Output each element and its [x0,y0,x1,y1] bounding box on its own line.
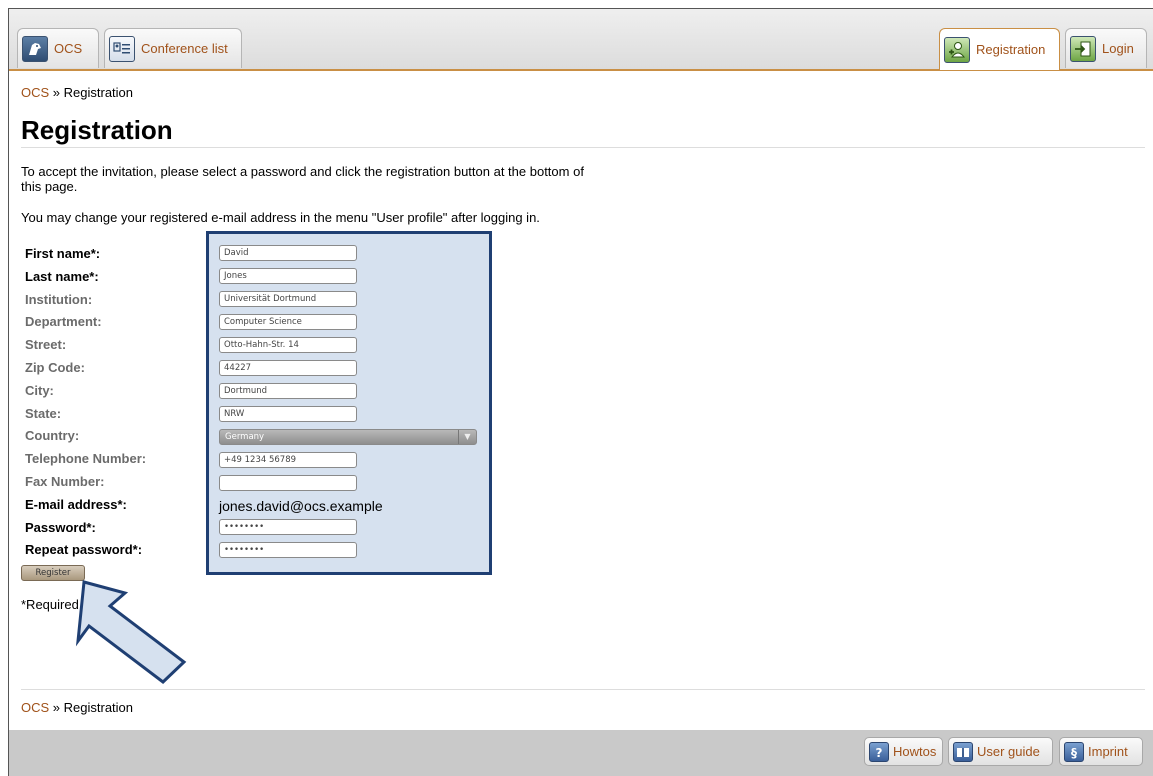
intro-paragraph-1: To accept the invitation, please select … [21,164,584,194]
book-icon [953,741,973,762]
page-title: Registration [21,115,173,145]
breadcrumb-root-link[interactable]: OCS [21,85,49,100]
password-input[interactable]: •••••••• [219,519,357,535]
footer-imprint-label: Imprint [1088,744,1128,759]
footer-bar: ? Howtos User guide § Imprint [9,730,1153,776]
tab-registration[interactable]: Registration [939,28,1060,70]
footer-breadcrumb-current: Registration [63,700,134,715]
conference-list-icon [109,35,135,62]
state-label: State: [25,405,62,421]
city-label: City: [25,382,54,398]
help-icon: ? [869,741,889,762]
telephone-input[interactable]: +49 1234 56789 [219,452,357,468]
footer-tab-user-guide[interactable]: User guide [948,737,1053,766]
footer-breadcrumb-root-link[interactable]: OCS [21,700,49,715]
country-selected-value: Germany [225,432,265,442]
tab-login-label: Login [1102,41,1134,56]
breadcrumb-current: Registration [63,85,134,100]
tab-login[interactable]: Login [1065,28,1147,68]
institution-input[interactable]: Universität Dortmund [219,291,357,307]
footer-howtos-label: Howtos [893,744,937,759]
state-input[interactable]: NRW [219,406,357,422]
street-label: Street: [25,337,67,353]
institution-label: Institution: [25,291,93,307]
first-name-input[interactable]: David [219,245,357,261]
register-button[interactable]: Register [21,565,85,581]
footer-breadcrumb: OCS » Registration [21,700,133,715]
zip-code-label: Zip Code: [25,359,85,375]
section-sign-icon: § [1064,741,1084,762]
repeat-password-input[interactable]: •••••••• [219,542,357,558]
intro-paragraph-2: You may change your registered e-mail ad… [21,210,540,225]
breadcrumb-separator: » [49,85,64,100]
password-label: Password*: [25,519,96,535]
street-input[interactable]: Otto-Hahn-Str. 14 [219,337,357,353]
footer-tab-howtos[interactable]: ? Howtos [864,737,943,766]
registration-icon [944,36,970,63]
department-input[interactable]: Computer Science [219,314,357,330]
svg-text:§: § [1071,746,1077,759]
telephone-label: Telephone Number: [25,451,147,467]
top-navigation-bar: OCS Conference list Registration Login [9,9,1153,71]
first-name-label: First name*: [25,246,101,261]
city-input[interactable]: Dortmund [219,383,357,399]
country-label: Country: [25,428,80,444]
footer-divider [21,689,1145,690]
svg-text:?: ? [876,746,883,759]
department-label: Department: [25,314,102,330]
footer-breadcrumb-separator: » [49,700,64,715]
tab-ocs[interactable]: OCS [17,28,99,68]
last-name-label: Last name*: [25,268,99,284]
footer-tab-imprint[interactable]: § Imprint [1059,737,1143,766]
dropdown-arrow-icon: ▼ [458,430,476,444]
zip-code-input[interactable]: 44227 [219,360,357,376]
last-name-input[interactable]: Jones [219,268,357,284]
fax-label: Fax Number: [25,473,105,489]
tab-conference-list[interactable]: Conference list [104,28,242,68]
form-labels: First name*: Last name*: Institution: De… [25,246,146,565]
login-icon [1070,35,1096,62]
footer-user-guide-label: User guide [977,744,1040,759]
breadcrumb: OCS » Registration [21,85,133,100]
email-value: jones.david@ocs.example [219,498,383,514]
tab-conference-list-label: Conference list [141,41,228,56]
email-label: E-mail address*: [25,496,127,512]
tab-registration-label: Registration [976,42,1046,57]
tab-ocs-label: OCS [54,41,83,56]
title-divider [21,147,1145,148]
repeat-password-label: Repeat password*: [25,542,143,558]
required-field-note: *Required field [21,597,107,612]
ocs-logo-icon [22,35,48,62]
country-select[interactable]: Germany ▼ [219,429,477,445]
fax-input[interactable] [219,475,357,491]
browser-frame: OCS Conference list Registration Login O… [8,8,1153,776]
